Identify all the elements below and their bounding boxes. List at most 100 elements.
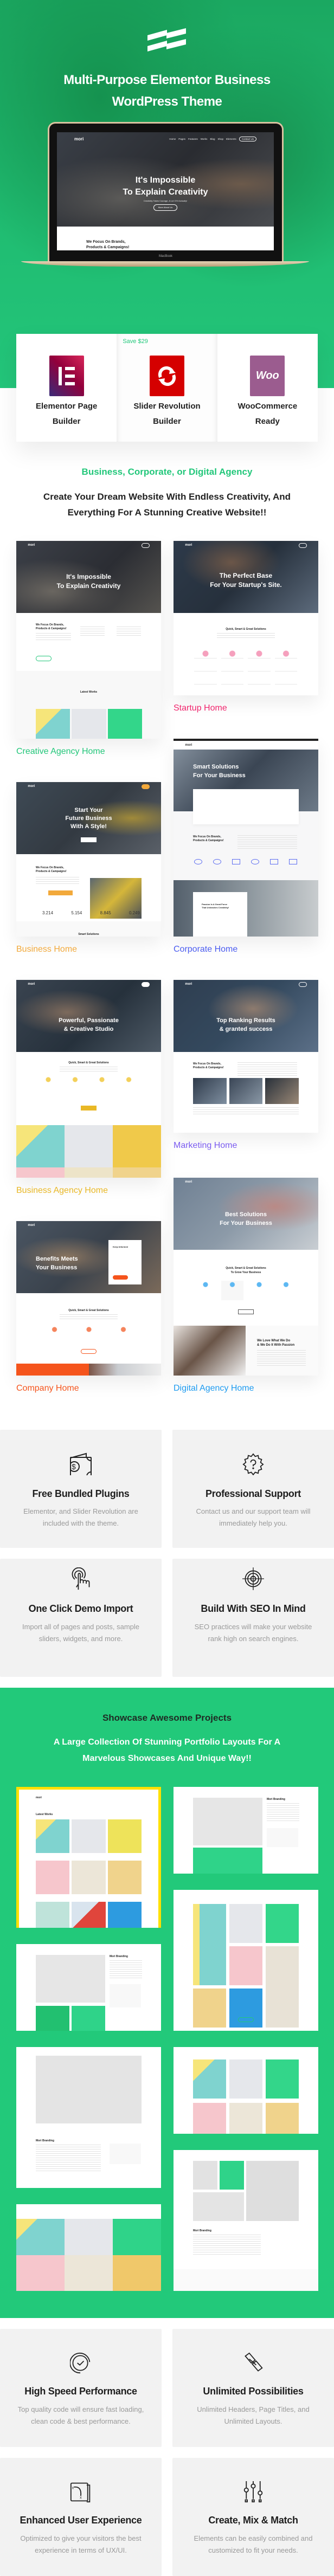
nav-item[interactable]: Blog xyxy=(210,138,215,140)
load-more-button xyxy=(238,2017,254,2022)
feature-seo: Build With SEO In Mind SEO practices wil… xyxy=(172,1559,334,1677)
demo-section-heading: We Focus On Brands, Products & Campaigns… xyxy=(193,835,224,842)
demo-label[interactable]: Company Home xyxy=(16,1384,79,1393)
showcase-preview-portfolio-grid[interactable]: mori Latest Works xyxy=(16,1787,161,1928)
project-meta xyxy=(267,1828,298,1847)
showcase-preview-grid-titles[interactable] xyxy=(174,2047,318,2134)
demo-preview-business[interactable]: mori Start Your Future Business With A S… xyxy=(16,782,161,937)
demo-thumbnails xyxy=(16,1125,161,1178)
demo-label[interactable]: Marketing Home xyxy=(174,1141,237,1151)
demo-nav: mori xyxy=(174,980,318,989)
stat-value: 8.845 xyxy=(100,911,111,915)
feature-title: Unlimited Possibilities xyxy=(203,2386,304,2397)
text-placeholder xyxy=(60,1314,118,1321)
feature-professional-support: Professional Support Contact us and our … xyxy=(172,1430,334,1548)
demo-button xyxy=(81,1106,97,1111)
text-placeholder xyxy=(237,1062,297,1076)
showcase-preview-project-detail[interactable]: Mori Branding xyxy=(174,1787,318,1874)
plugin-label: WooCommerce Ready xyxy=(237,402,298,426)
slider-revolution-logo-icon xyxy=(149,356,184,396)
demo-preview-corporate[interactable]: mori Smart Solutions For Your Business W… xyxy=(174,739,318,937)
nav-item[interactable]: Features xyxy=(188,138,198,140)
demo-services xyxy=(37,1076,140,1098)
demo-preview-marketing[interactable]: mori Top Ranking Results & granted succe… xyxy=(174,980,318,1133)
demo-label[interactable]: Business Home xyxy=(16,945,77,954)
demo-button xyxy=(238,1309,254,1314)
demo-button xyxy=(81,1349,97,1354)
text-placeholder xyxy=(193,2235,261,2256)
showcase-logo: mori xyxy=(36,1796,42,1799)
plugin-label: Elementor Page Builder xyxy=(35,402,98,426)
contact-button[interactable]: Contact Us xyxy=(239,136,256,141)
map-route-icon: xx xyxy=(70,2482,91,2503)
feature-title: Free Bundled Plugins xyxy=(32,1488,130,1499)
demo-nav: mori xyxy=(16,980,161,989)
demo-label[interactable]: Startup Home xyxy=(174,703,227,713)
project-image xyxy=(193,1848,262,1874)
demo-nav: mori xyxy=(185,1180,192,1184)
feature-one-click-demo-import: One Click Demo Import Import all of page… xyxy=(0,1559,162,1677)
showcase-preview-project-gallery[interactable]: Mori Branding xyxy=(174,2150,318,2291)
save-badge: Save $29 xyxy=(123,338,148,345)
project-title: Mori Branding xyxy=(267,1798,285,1801)
demo-icons-row xyxy=(194,859,297,864)
demo-section-title: Quick, Smart & Great Solutions xyxy=(68,1309,109,1312)
demo-label[interactable]: Digital Agency Home xyxy=(174,1384,254,1393)
demo-preview-business-agency[interactable]: mori Powerful, Passionate & Creative Stu… xyxy=(16,980,161,1178)
project-image xyxy=(193,1798,262,1845)
portfolio-tiles xyxy=(16,2219,161,2291)
screen-headline: It's Impossible To Explain Creativity xyxy=(123,176,208,197)
tagline: Business, Corporate, or Digital Agency xyxy=(81,467,253,477)
project-image xyxy=(246,2161,299,2221)
demo-label[interactable]: Creative Agency Home xyxy=(16,747,105,757)
demo-services xyxy=(194,647,297,690)
text-placeholder xyxy=(267,1803,299,1823)
demo-headline: Start Your Future Business With A Style! xyxy=(65,807,112,830)
svg-text:$: $ xyxy=(72,1462,76,1471)
demo-preview-startup[interactable]: mori The Perfect Base For Your Startup's… xyxy=(174,541,318,695)
nav-item[interactable]: Elements xyxy=(226,138,236,140)
showcase-preview-project-slider[interactable]: Mori Branding xyxy=(16,2047,161,2188)
plugin-cards: Elementor Page Builder Save $29 Slider R… xyxy=(16,334,318,442)
demo-preview-digital-agency[interactable]: mori Best Solutions For Your Business Qu… xyxy=(174,1178,318,1376)
demo-hero: mori The Perfect Base For Your Startup's… xyxy=(174,541,318,613)
project-image xyxy=(36,2006,69,2031)
demo-feature-boxes xyxy=(193,789,299,824)
demo-nav: mori xyxy=(16,541,161,550)
more-about-button[interactable]: More About Us xyxy=(153,204,177,211)
showcase-preview-project-branding[interactable]: Mori Branding xyxy=(16,1944,161,2031)
chain-link-icon xyxy=(245,2352,263,2372)
demo-preview-company[interactable]: mori Benefits Meets Your Business Keep I… xyxy=(16,1221,161,1376)
nav-item[interactable]: Works xyxy=(201,138,208,140)
demo-preview-creative-agency[interactable]: mori It's Impossible To Explain Creativi… xyxy=(16,541,161,739)
portfolio-tiles xyxy=(193,1904,299,2029)
demo-section-title: Latest Works xyxy=(80,690,98,694)
text-placeholder xyxy=(257,1350,306,1366)
text-placeholder xyxy=(117,627,141,637)
demo-section-title: Quick, Smart & Great Solutions To Grow Y… xyxy=(226,1267,266,1274)
demo-label[interactable]: Corporate Home xyxy=(174,945,237,954)
feature-free-bundled-plugins: $ Free Bundled Plugins Elementor, and Sl… xyxy=(0,1430,162,1548)
demo-button xyxy=(48,890,73,895)
nav-item[interactable]: Shop xyxy=(217,138,223,140)
money-wallet-icon: $ xyxy=(70,1452,92,1475)
showcase-preview-masonry[interactable] xyxy=(174,1890,318,2031)
text-placeholder xyxy=(36,877,79,885)
feature-title: Enhanced User Experience xyxy=(20,2515,142,2526)
portfolio-tiles xyxy=(36,1819,142,1928)
project-image xyxy=(36,1955,105,2003)
plugin-label: Slider Revolution Builder xyxy=(133,402,201,426)
nav-item[interactable]: Home xyxy=(169,138,176,140)
nav-item[interactable]: Pages xyxy=(178,138,185,140)
demo-image-cards xyxy=(193,1078,299,1104)
demo-label[interactable]: Business Agency Home xyxy=(16,1186,108,1196)
stat-value: 3.214 xyxy=(42,911,54,915)
demo-section-title: Smart Solutions xyxy=(78,933,99,936)
demo-form-card: Keep Informed xyxy=(108,1240,142,1284)
showcase-footer xyxy=(174,2269,318,2291)
feature-description: Contact us and our support team will imm… xyxy=(196,1507,311,1527)
screen-subtitle: Creativity Takes Courage, A Lot Of It Ac… xyxy=(143,199,188,202)
stat-value: 5.154 xyxy=(71,911,82,915)
showcase-preview-fullwidth-grid[interactable] xyxy=(16,2204,161,2291)
demo-hero: mori Powerful, Passionate & Creative Stu… xyxy=(16,980,161,1052)
